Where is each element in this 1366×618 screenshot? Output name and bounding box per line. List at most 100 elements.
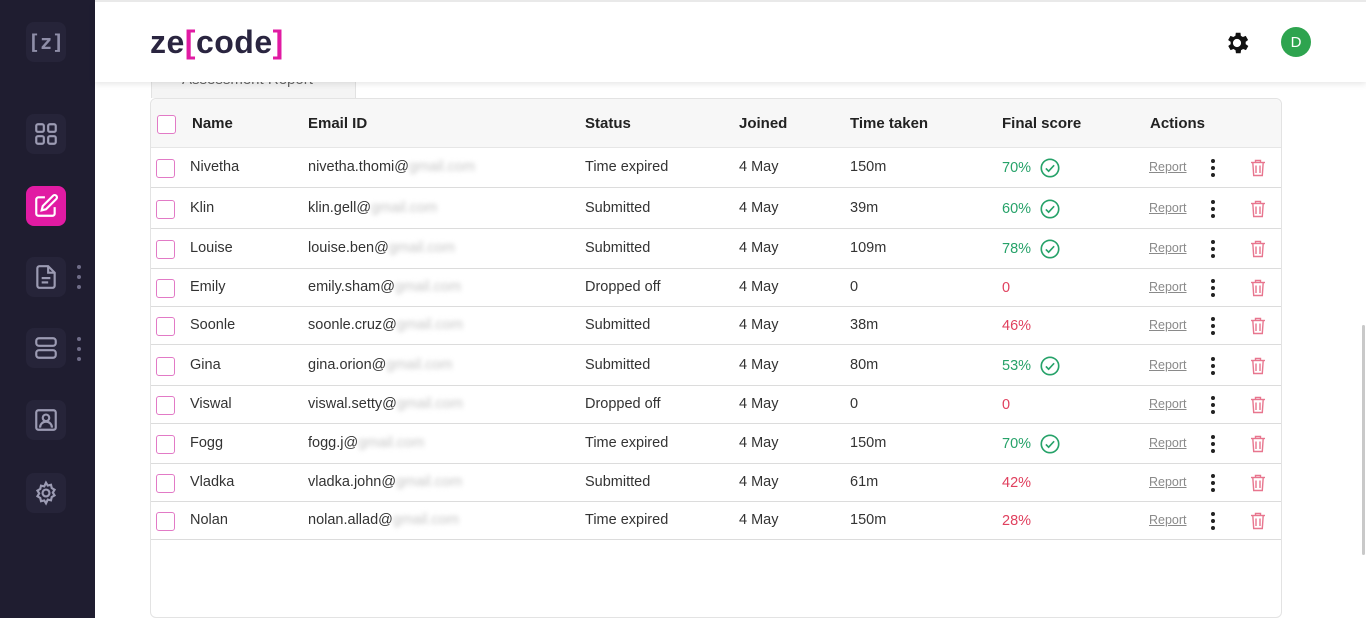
column-header-email[interactable]: Email ID	[308, 115, 367, 132]
joined-date: 4 May	[739, 396, 779, 412]
report-link[interactable]: Report	[1149, 397, 1187, 411]
more-actions-button[interactable]	[1209, 317, 1217, 335]
report-link[interactable]: Report	[1149, 160, 1187, 174]
final-score: 60%	[1002, 198, 1061, 220]
column-header-final-score[interactable]: Final score	[1002, 115, 1081, 132]
trash-icon[interactable]	[1250, 240, 1266, 258]
joined-date: 4 May	[739, 200, 779, 216]
select-all-checkbox[interactable]	[157, 115, 176, 134]
column-header-name[interactable]: Name	[192, 115, 233, 132]
report-link[interactable]: Report	[1149, 318, 1187, 332]
joined-date: 4 May	[739, 279, 779, 295]
sidebar-item-dashboard[interactable]	[26, 114, 66, 154]
candidate-name: Viswal	[190, 396, 232, 412]
status-text: Submitted	[585, 200, 651, 216]
more-actions-button[interactable]	[1209, 240, 1217, 258]
row-checkbox[interactable]	[156, 357, 175, 376]
trash-icon[interactable]	[1250, 159, 1266, 177]
report-link[interactable]: Report	[1149, 436, 1187, 450]
time-taken: 80m	[850, 357, 879, 373]
trash-icon[interactable]	[1250, 396, 1266, 414]
check-circle-icon	[1040, 434, 1060, 454]
row-checkbox[interactable]	[156, 200, 175, 219]
trash-icon[interactable]	[1250, 279, 1266, 297]
sidebar-item-documents[interactable]	[26, 257, 66, 297]
sidebar-item-assessments[interactable]	[26, 186, 66, 226]
page-scrollbar[interactable]	[1362, 325, 1365, 555]
time-taken: 39m	[850, 200, 879, 216]
report-link[interactable]: Report	[1149, 358, 1187, 372]
sidebar-item-servers[interactable]	[26, 328, 66, 368]
zecode-logo[interactable]: ze[code]	[150, 22, 284, 62]
column-header-time-taken[interactable]: Time taken	[850, 115, 928, 132]
row-checkbox[interactable]	[156, 474, 175, 493]
row-checkbox[interactable]	[156, 279, 175, 298]
trash-icon[interactable]	[1250, 357, 1266, 375]
candidate-email: fogg.j@gmail.com	[308, 435, 425, 451]
time-taken: 150m	[850, 435, 887, 451]
row-checkbox[interactable]	[156, 159, 175, 178]
row-checkbox[interactable]	[156, 435, 175, 454]
row-checkbox[interactable]	[156, 240, 175, 259]
column-header-actions: Actions	[1150, 115, 1206, 132]
trash-icon[interactable]	[1250, 435, 1266, 453]
more-actions-button[interactable]	[1209, 396, 1217, 414]
status-text: Time expired	[585, 159, 669, 175]
table-row: Vladka vladka.john@gmail.com Submitted 4 Ma…	[151, 464, 1281, 502]
report-link[interactable]: Report	[1149, 475, 1187, 489]
sidebar-item-settings[interactable]	[26, 473, 66, 513]
trash-icon[interactable]	[1250, 474, 1266, 492]
gear-icon[interactable]	[1223, 29, 1251, 57]
status-text: Dropped off	[585, 279, 661, 295]
table-row: Gina gina.orion@gmail.com Submitted 4 May 80…	[151, 345, 1281, 386]
app-root: [z] ze[code] D Name Email ID Status Join…	[0, 0, 1366, 618]
candidate-name: Klin	[190, 200, 215, 216]
row-checkbox[interactable]	[156, 317, 175, 336]
sidebar-logo[interactable]: [z]	[26, 22, 66, 62]
row-checkbox[interactable]	[156, 512, 175, 531]
trash-icon[interactable]	[1250, 200, 1266, 218]
time-taken: 38m	[850, 317, 879, 333]
joined-date: 4 May	[739, 512, 779, 528]
row-checkbox[interactable]	[156, 396, 175, 415]
candidate-email: gina.orion@gmail.com	[308, 357, 453, 373]
id-card-icon	[35, 409, 57, 431]
more-actions-button[interactable]	[1209, 279, 1217, 297]
candidate-name: Nolan	[190, 512, 228, 528]
time-taken: 0	[850, 396, 859, 412]
more-actions-button[interactable]	[1209, 474, 1217, 492]
report-link[interactable]: Report	[1149, 241, 1187, 255]
more-actions-button[interactable]	[1209, 357, 1217, 375]
candidate-name: Emily	[190, 279, 226, 295]
more-actions-button[interactable]	[1209, 200, 1217, 218]
column-header-status[interactable]: Status	[585, 115, 631, 132]
candidate-email: vladka.john@gmail.com	[308, 474, 463, 490]
time-taken: 61m	[850, 474, 879, 490]
sidebar-documents-more-button[interactable]	[75, 265, 83, 289]
candidate-email: klin.gell@gmail.com	[308, 200, 438, 216]
more-actions-button[interactable]	[1209, 159, 1217, 177]
report-link[interactable]: Report	[1149, 513, 1187, 527]
candidate-name: Gina	[190, 357, 221, 373]
joined-date: 4 May	[739, 240, 779, 256]
user-avatar[interactable]: D	[1281, 27, 1311, 57]
trash-icon[interactable]	[1250, 317, 1266, 335]
status-text: Submitted	[585, 474, 651, 490]
candidate-email: soonle.cruz@gmail.com	[308, 317, 463, 333]
report-link[interactable]: Report	[1149, 201, 1187, 215]
sidebar-item-candidates[interactable]	[26, 400, 66, 440]
report-link[interactable]: Report	[1149, 280, 1187, 294]
time-taken: 150m	[850, 512, 887, 528]
column-header-joined[interactable]: Joined	[739, 115, 787, 132]
check-circle-icon	[1040, 356, 1060, 376]
table-row: Fogg fogg.j@gmail.com Time expired 4 May 150…	[151, 424, 1281, 464]
more-actions-button[interactable]	[1209, 435, 1217, 453]
check-circle-icon	[1040, 199, 1060, 219]
more-actions-button[interactable]	[1209, 512, 1217, 530]
table-row: Nivetha nivetha.thomi@gmail.com Time expir…	[151, 148, 1281, 188]
trash-icon[interactable]	[1250, 512, 1266, 530]
final-score: 0	[1002, 397, 1011, 413]
candidate-name: Louise	[190, 240, 233, 256]
sidebar-servers-more-button[interactable]	[75, 337, 83, 361]
joined-date: 4 May	[739, 435, 779, 451]
